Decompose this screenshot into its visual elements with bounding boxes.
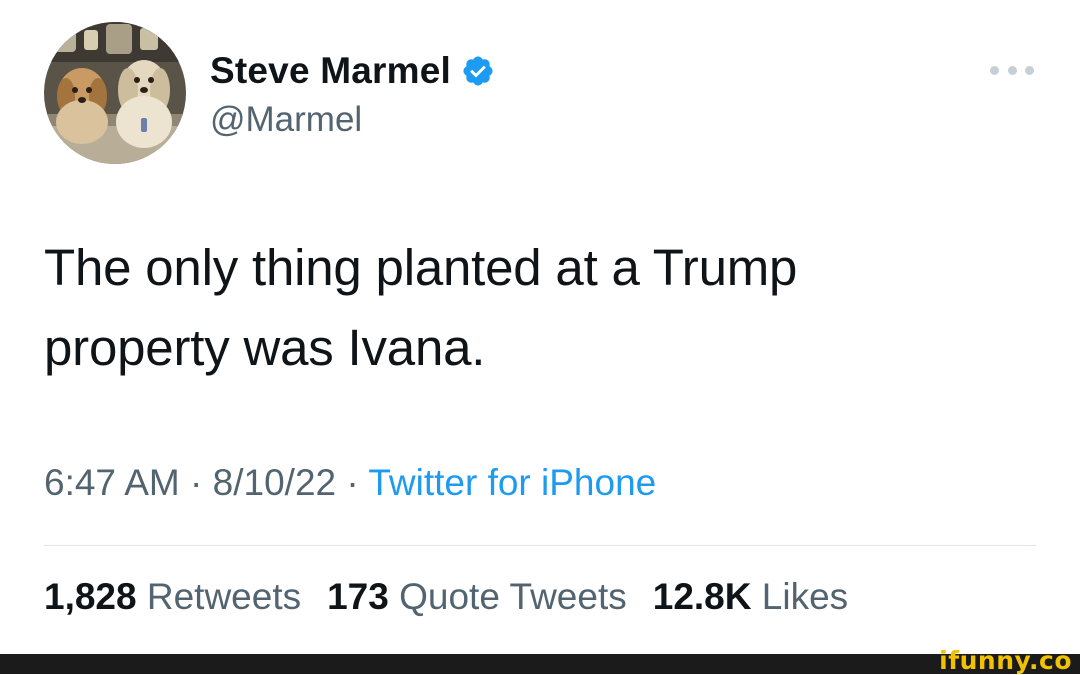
tweet-text-line: property was Ivana.: [44, 319, 486, 376]
likes-stat[interactable]: 12.8K Likes: [653, 576, 848, 617]
likes-label: Likes: [761, 576, 849, 617]
watermark-bar: ifunny.co: [0, 646, 1080, 675]
retweets-label: Retweets: [146, 576, 302, 617]
quote-tweets-stat[interactable]: 173 Quote Tweets: [327, 576, 627, 617]
tweet-text: The only thing planted at a Trump proper…: [44, 228, 1034, 388]
tweet-date[interactable]: 8/10/22: [213, 462, 336, 503]
retweets-count: 1,828: [44, 576, 137, 617]
more-options-icon[interactable]: [990, 57, 1034, 83]
tweet-source-link[interactable]: Twitter for iPhone: [368, 462, 656, 503]
retweets-stat[interactable]: 1,828 Retweets: [44, 576, 301, 617]
author-handle[interactable]: @Marmel: [210, 100, 362, 140]
author-name-row: Steve Marmel: [210, 48, 495, 94]
engagement-stats: 1,828 Retweets 173 Quote Tweets 12.8K Like…: [44, 576, 848, 618]
more-dot: [990, 65, 999, 75]
tweet-text-line: The only thing planted at a Trump: [44, 239, 798, 296]
likes-count: 12.8K: [652, 576, 752, 617]
avatar[interactable]: [44, 22, 186, 164]
meta-separator: ·: [336, 462, 369, 503]
more-dot: [1007, 65, 1017, 75]
tweet-time[interactable]: 6:47 AM: [44, 462, 180, 503]
divider: [44, 545, 1036, 546]
more-dot: [1025, 65, 1034, 75]
display-name[interactable]: Steve Marmel: [210, 50, 451, 92]
verified-badge-icon: [461, 54, 495, 88]
avatar-photo: [44, 22, 186, 164]
ifunny-watermark: ifunny.co: [939, 646, 1072, 675]
quote-tweets-label: Quote Tweets: [399, 576, 627, 617]
tweet-card: Steve Marmel @Marmel The only thing plan…: [0, 0, 1080, 654]
tweet-meta: 6:47 AM · 8/10/22 · Twitter for iPhone: [44, 462, 656, 504]
quote-tweets-count: 173: [327, 576, 389, 617]
meta-separator: ·: [179, 462, 213, 503]
